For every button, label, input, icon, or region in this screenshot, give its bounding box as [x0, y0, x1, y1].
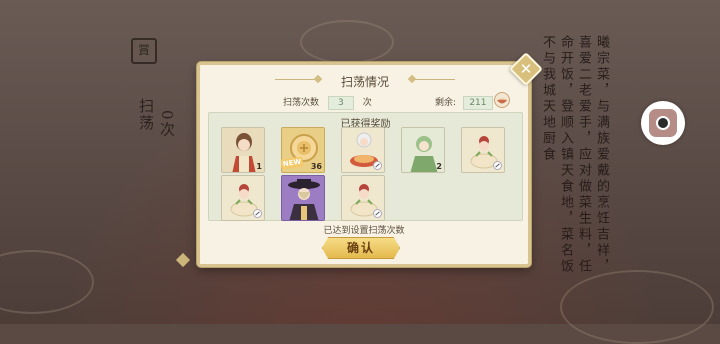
- reward-item-dumpling-child[interactable]: [461, 127, 505, 173]
- reward-item-dumpling-child[interactable]: [341, 175, 385, 221]
- reward-item-character-1[interactable]: 1: [221, 127, 265, 173]
- title-ornament-icon: [275, 79, 319, 80]
- bonus-badge-icon: [493, 161, 502, 170]
- sweep-result-dialog: 扫荡情况 ✕ 扫荡次数 3 次 剩余: 211 已获得奖励 1 36 2 NEW…: [197, 52, 543, 267]
- reward-item-new-character[interactable]: [281, 175, 325, 221]
- close-icon: ✕: [519, 60, 533, 78]
- background-seal: 賞: [131, 38, 157, 64]
- bg-cloud-decoration: [300, 20, 394, 64]
- reward-item-green-character[interactable]: 2: [401, 127, 445, 173]
- sweep-count-label: 扫荡次数: [283, 98, 320, 108]
- bonus-badge-icon: [373, 209, 382, 218]
- sweep-count-unit: 次: [362, 98, 372, 108]
- remaining-label: 剩余:: [435, 98, 457, 108]
- reward-item-dumpling-child[interactable]: [221, 175, 265, 221]
- sweep-status-text: 已达到设置扫荡次数: [323, 226, 405, 236]
- background-description: 曦宗菜，与满族爱戴的烹饪吉祥，喜爱二老爱手，应对做菜生料，任命开饭，登顺入镇天食…: [540, 35, 609, 275]
- confirm-button[interactable]: 确认: [322, 237, 400, 259]
- remaining-value: 211: [462, 96, 493, 110]
- bg-cloud-decoration: [560, 270, 714, 344]
- bonus-badge-icon: [253, 209, 262, 218]
- remaining-row: 剩余: 211: [435, 95, 493, 110]
- bowl-icon: [494, 92, 510, 108]
- reward-qty: 2: [436, 162, 442, 171]
- bonus-badge-icon: [373, 161, 382, 170]
- dialog-title-bar: 扫荡情况: [275, 71, 455, 89]
- camera-button[interactable]: [641, 101, 685, 145]
- rewards-panel: 已获得奖励 1 36 2: [208, 112, 523, 221]
- reward-qty: 36: [310, 162, 322, 171]
- camera-icon: [649, 109, 677, 137]
- sweep-count-row: 扫荡次数 3 次: [283, 95, 372, 110]
- reward-qty: 1: [256, 162, 262, 171]
- background-label-sweep: 扫荡: [137, 98, 155, 132]
- background-label-count: 0次: [158, 110, 176, 139]
- sweep-count-value: 3: [327, 96, 354, 110]
- title-ornament-icon: [411, 79, 455, 80]
- dialog-title: 扫荡情况: [340, 75, 389, 89]
- reward-item-dish-chef[interactable]: [341, 127, 385, 173]
